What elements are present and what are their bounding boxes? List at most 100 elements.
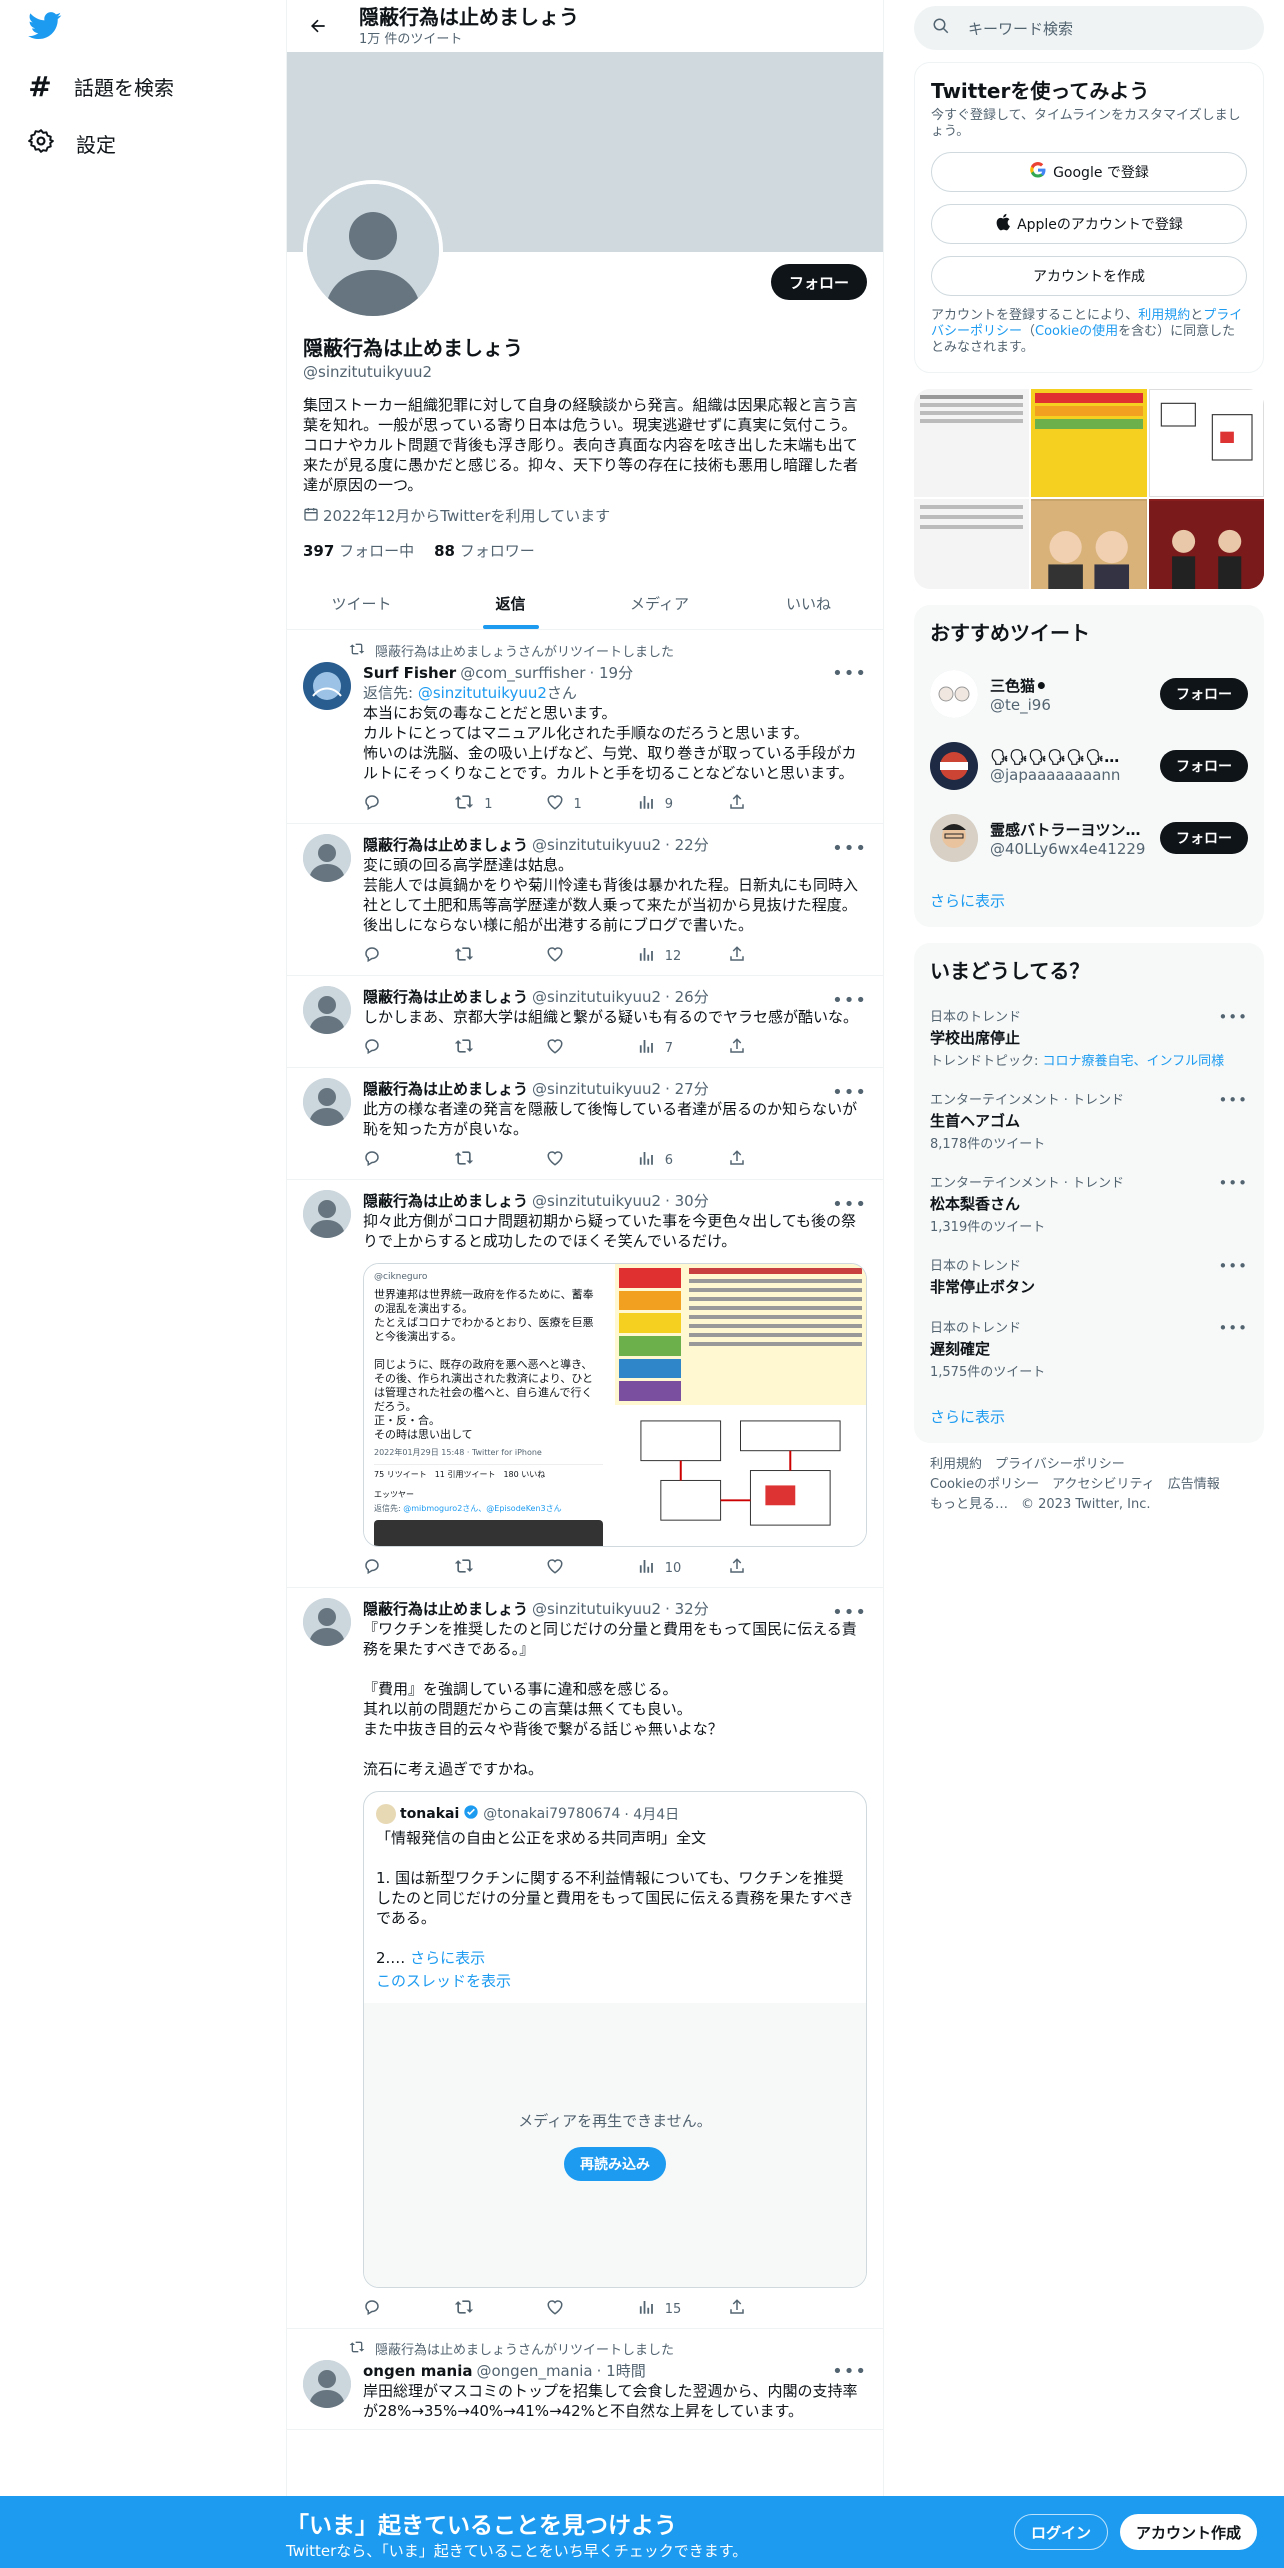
apple-signup-button[interactable]: Appleのアカウントで登録: [931, 204, 1247, 244]
like-button[interactable]: 1: [546, 793, 606, 815]
tweet-time[interactable]: · 30分: [665, 1190, 709, 1211]
more-icon[interactable]: •••: [832, 663, 867, 684]
avatar[interactable]: [930, 670, 978, 718]
follow-button[interactable]: フォロー: [1160, 822, 1248, 854]
more-icon[interactable]: •••: [1218, 1319, 1248, 1337]
views-button[interactable]: 6: [637, 1149, 697, 1171]
like-button[interactable]: [546, 945, 606, 967]
media-thumb[interactable]: [1031, 499, 1147, 589]
tweet-author-name[interactable]: 隠蔽行為は止めましょう: [363, 986, 528, 1007]
tweet-time[interactable]: · 19分: [589, 662, 633, 683]
tweet[interactable]: 隠蔽行為は止めましょうさんがリツイートしました ••• Surf Fisher …: [287, 631, 883, 824]
tweet[interactable]: ••• 隠蔽行為は止めましょう @sinzitutuikyuu2 · 22分 変…: [287, 824, 883, 976]
share-button[interactable]: [728, 2298, 788, 2320]
tweet-author-name[interactable]: Surf Fisher: [363, 664, 456, 682]
footer-line-2[interactable]: Cookieのポリシー アクセシビリティ 広告情報: [930, 1475, 1248, 1495]
tab-tweets[interactable]: ツイート: [287, 578, 436, 629]
show-thread-link[interactable]: このスレッドを表示: [376, 1970, 854, 1991]
follow-button[interactable]: フォロー: [770, 264, 867, 300]
media-image-screenshot[interactable]: @cikneguro 世界連邦は世界統一政府を作るために、蓄奉の混乱を演出する。…: [364, 1264, 615, 1546]
tweet-author-name[interactable]: 隠蔽行為は止めましょう: [363, 1190, 528, 1211]
tweet-author-handle[interactable]: @com_surffisher: [460, 664, 585, 682]
avatar[interactable]: [303, 1078, 351, 1126]
quote-tweet[interactable]: tonakai @tonakai79780674 · 4月4日 「情報発信の自由…: [363, 1791, 867, 2288]
more-icon[interactable]: •••: [1218, 1257, 1248, 1275]
tweet-author-handle[interactable]: @ongen_mania: [477, 2362, 593, 2380]
like-button[interactable]: [546, 1149, 606, 1171]
more-icon[interactable]: •••: [832, 838, 867, 859]
more-icon[interactable]: •••: [1218, 1091, 1248, 1109]
views-button[interactable]: 15: [637, 2298, 697, 2320]
tweet-author-handle[interactable]: @sinzitutuikyuu2: [532, 1080, 661, 1098]
cookie-link[interactable]: Cookieの使用: [1035, 324, 1118, 339]
retweet-button[interactable]: [454, 945, 514, 967]
signup-button[interactable]: アカウント作成: [1120, 2514, 1258, 2550]
views-button[interactable]: 9: [637, 793, 697, 815]
views-button[interactable]: 12: [637, 945, 697, 967]
terms-link[interactable]: 利用規約: [1138, 308, 1190, 323]
more-icon[interactable]: •••: [832, 990, 867, 1011]
tweet-time[interactable]: · 22分: [665, 834, 709, 855]
tweet-author-name[interactable]: 隠蔽行為は止めましょう: [363, 1598, 528, 1619]
share-button[interactable]: [728, 1149, 788, 1171]
retweet-button[interactable]: [454, 1037, 514, 1059]
reply-button[interactable]: [363, 793, 423, 815]
tweet[interactable]: 隠蔽行為は止めましょうさんがリツイートしました ••• ongen mania …: [287, 2329, 883, 2430]
avatar[interactable]: [303, 1598, 351, 1646]
media-thumb[interactable]: [1031, 389, 1147, 497]
tweet[interactable]: ••• 隠蔽行為は止めましょう @sinzitutuikyuu2 · 26分 し…: [287, 976, 883, 1068]
media-thumb[interactable]: [1148, 499, 1264, 589]
tweet-time[interactable]: · 32分: [665, 1598, 709, 1619]
share-button[interactable]: [728, 945, 788, 967]
back-arrow-icon[interactable]: [303, 11, 333, 41]
tweet-author-handle[interactable]: @sinzitutuikyuu2: [532, 1192, 661, 1210]
following-link[interactable]: 397 フォロー中: [303, 540, 414, 561]
nav-explore[interactable]: # 話題を検索: [28, 70, 174, 103]
tweet-time[interactable]: · 26分: [665, 986, 709, 1007]
retweet-button[interactable]: [454, 1149, 514, 1171]
follow-button[interactable]: フォロー: [1160, 750, 1248, 782]
tweet-author-handle[interactable]: @sinzitutuikyuu2: [532, 1600, 661, 1618]
media-image-chart[interactable]: [615, 1264, 866, 1546]
create-account-button[interactable]: アカウントを作成: [931, 256, 1247, 296]
tweet[interactable]: ••• 隠蔽行為は止めましょう @sinzitutuikyuu2 · 30分 抑…: [287, 1180, 883, 1588]
like-button[interactable]: [546, 1557, 606, 1579]
more-icon[interactable]: •••: [832, 1194, 867, 1215]
more-icon[interactable]: •••: [1218, 1008, 1248, 1026]
tweet-author-handle[interactable]: @sinzitutuikyuu2: [532, 836, 661, 854]
avatar[interactable]: [303, 986, 351, 1034]
trends-show-more[interactable]: さらに表示: [914, 1390, 1264, 1443]
recommended-show-more[interactable]: さらに表示: [914, 874, 1264, 927]
tweet[interactable]: ••• 隠蔽行為は止めましょう @sinzitutuikyuu2 · 32分 『…: [287, 1588, 883, 2329]
share-button[interactable]: [728, 1557, 788, 1579]
login-button[interactable]: ログイン: [1014, 2514, 1109, 2550]
avatar[interactable]: [303, 2360, 351, 2408]
trend-topic-link[interactable]: コロナ療養自宅、インフル同様: [1043, 1054, 1225, 1069]
trend-item[interactable]: エンターテインメント · トレンド 松本梨香さん 1,319件のツイート •••: [914, 1162, 1264, 1245]
views-button[interactable]: 7: [637, 1037, 697, 1059]
reply-button[interactable]: [363, 1037, 423, 1059]
reply-to-handle[interactable]: @sinzitutuikyuu2: [418, 684, 547, 702]
trend-item[interactable]: エンターテインメント · トレンド 生首ヘアゴム 8,178件のツイート •••: [914, 1079, 1264, 1162]
trend-item[interactable]: 日本のトレンド 学校出席停止 トレンドトピック: コロナ療養自宅、インフル同様 …: [914, 996, 1264, 1079]
tweet-author-name[interactable]: 隠蔽行為は止めましょう: [363, 834, 528, 855]
share-button[interactable]: [728, 1037, 788, 1059]
retweet-button[interactable]: [454, 2298, 514, 2320]
like-button[interactable]: [546, 1037, 606, 1059]
avatar[interactable]: [930, 742, 978, 790]
tab-replies[interactable]: 返信: [436, 578, 585, 629]
more-icon[interactable]: •••: [1218, 1174, 1248, 1192]
search-box[interactable]: キーワード検索: [914, 6, 1264, 50]
more-icon[interactable]: •••: [832, 1082, 867, 1103]
recommended-user[interactable]: 霊感バトラーヨツン… @40LLy6wx4e41229 フォロー: [914, 802, 1264, 874]
reply-button[interactable]: [363, 2298, 423, 2320]
retweet-button[interactable]: 1: [454, 793, 514, 815]
retweet-button[interactable]: [454, 1557, 514, 1579]
reply-button[interactable]: [363, 1557, 423, 1579]
google-signup-button[interactable]: Google で登録: [931, 152, 1247, 192]
share-button[interactable]: [728, 793, 788, 815]
trend-item[interactable]: 日本のトレンド 非常停止ボタン •••: [914, 1245, 1264, 1307]
footer-line-3[interactable]: もっと見る… © 2023 Twitter, Inc.: [930, 1495, 1248, 1515]
tweet-author-name[interactable]: ongen mania: [363, 2362, 473, 2380]
twitter-logo-icon[interactable]: [28, 12, 62, 44]
